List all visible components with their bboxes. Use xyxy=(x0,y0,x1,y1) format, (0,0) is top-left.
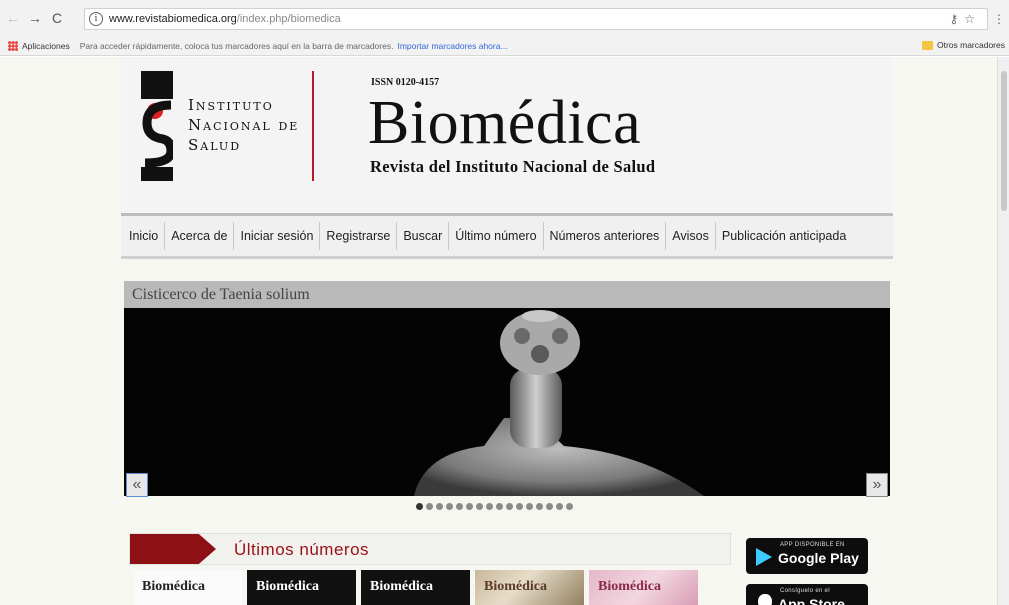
other-bookmarks[interactable]: Otros marcadores xyxy=(921,40,1005,50)
slider-dot[interactable] xyxy=(456,503,463,510)
issue-cover[interactable]: Biomédica xyxy=(133,570,242,605)
slider-pagination xyxy=(416,503,573,513)
slider-dot[interactable] xyxy=(466,503,473,510)
nav-avisos[interactable]: Avisos xyxy=(666,222,716,250)
url-host: www.revistabiomedica.org xyxy=(109,13,237,25)
slider-dot[interactable] xyxy=(506,503,513,510)
nav-iniciar-sesion[interactable]: Iniciar sesión xyxy=(234,222,321,250)
google-play-badge[interactable]: APP DISPONIBLE EN Google Play xyxy=(746,538,868,574)
site-header: Instituto Nacional de Salud ISSN 0120-41… xyxy=(121,57,893,212)
ins-logo-icon[interactable] xyxy=(141,71,173,181)
bookmark-star-icon[interactable]: ☆ xyxy=(964,12,981,26)
app-store-small-text: Consíguelo en el xyxy=(780,588,830,594)
app-store-badge[interactable]: Consíguelo en el App Store xyxy=(746,584,868,605)
app-store-text: App Store xyxy=(778,596,845,605)
header-divider xyxy=(312,71,314,181)
latest-issues-title: Últimos números xyxy=(234,540,370,559)
browser-toolbar: ← → C i www.revistabiomedica.org/index.p… xyxy=(0,0,1009,36)
slider-dot[interactable] xyxy=(446,503,453,510)
issue-covers: Biomédica Biomédica Biomédica Biomédica … xyxy=(133,570,698,605)
nav-registrarse[interactable]: Registrarse xyxy=(320,222,398,250)
page-body: Instituto Nacional de Salud ISSN 0120-41… xyxy=(0,57,1009,605)
journal-subtitle: Revista del Instituto Nacional de Salud xyxy=(370,157,656,176)
bookmark-apps[interactable]: Aplicaciones xyxy=(22,41,70,51)
institute-line-1: Instituto xyxy=(188,96,274,114)
institute-line-2: Nacional de xyxy=(188,116,300,134)
slide-caption[interactable]: Cisticerco de Taenia solium xyxy=(124,281,890,308)
cover-title: Biomédica xyxy=(484,579,547,594)
slider-dot[interactable] xyxy=(516,503,523,510)
slider-dot[interactable] xyxy=(436,503,443,510)
main-nav: Inicio Acerca de Iniciar sesión Registra… xyxy=(121,213,893,259)
issue-cover[interactable]: Biomédica xyxy=(361,570,470,605)
info-icon[interactable]: i xyxy=(89,12,103,26)
other-bookmarks-label: Otros marcadores xyxy=(936,40,1005,50)
slider-dot[interactable] xyxy=(536,503,543,510)
import-bookmarks-link[interactable]: Importar marcadores ahora... xyxy=(397,41,507,51)
latest-issues-header: Últimos números xyxy=(129,533,731,565)
nav-acerca-de[interactable]: Acerca de xyxy=(165,222,235,250)
tapeworm-image xyxy=(414,310,704,496)
browser-menu-icon[interactable]: ⋮ xyxy=(993,12,1005,26)
section-tab-shape xyxy=(130,534,216,564)
slider-dot[interactable] xyxy=(426,503,433,510)
slider-next-button[interactable]: » xyxy=(866,473,888,497)
google-play-small-text: APP DISPONIBLE EN xyxy=(780,542,845,548)
institute-line-3: Salud xyxy=(188,136,242,154)
content-column: Instituto Nacional de Salud ISSN 0120-41… xyxy=(121,57,893,605)
slider-dot[interactable] xyxy=(476,503,483,510)
bookmarks-bar: Aplicaciones Para acceder rápidamente, c… xyxy=(0,36,1009,56)
nav-inicio[interactable]: Inicio xyxy=(123,222,166,250)
folder-icon xyxy=(921,40,933,50)
back-arrow-icon[interactable]: ← xyxy=(4,10,22,26)
forward-arrow-icon[interactable]: → xyxy=(26,10,44,26)
featured-slider: Cisticerco de Taenia solium « » xyxy=(124,281,890,510)
slider-dot[interactable] xyxy=(556,503,563,510)
slider-prev-button[interactable]: « xyxy=(126,473,148,497)
slider-dot[interactable] xyxy=(416,503,423,510)
issue-cover[interactable]: Biomédica xyxy=(247,570,356,605)
slide-image[interactable] xyxy=(124,308,890,496)
nav-numeros-anteriores[interactable]: Números anteriores xyxy=(544,222,667,250)
slider-dot[interactable] xyxy=(566,503,573,510)
cover-title: Biomédica xyxy=(256,579,319,594)
google-play-text: Google Play xyxy=(778,550,859,566)
apple-icon xyxy=(758,594,772,605)
cover-title: Biomédica xyxy=(370,579,433,594)
issue-cover[interactable]: Biomédica xyxy=(589,570,698,605)
key-icon[interactable]: ⚷ xyxy=(949,12,964,26)
slider-dot[interactable] xyxy=(496,503,503,510)
slider-dot[interactable] xyxy=(526,503,533,510)
journal-title[interactable]: Biomédica xyxy=(368,87,641,159)
institute-name: Instituto Nacional de Salud xyxy=(188,95,299,155)
slider-dot[interactable] xyxy=(486,503,493,510)
bookmarks-hint: Para acceder rápidamente, coloca tus mar… xyxy=(79,40,394,51)
url-path: /index.php/biomedica xyxy=(236,13,341,25)
address-bar[interactable]: i www.revistabiomedica.org/index.php/bio… xyxy=(84,8,988,30)
nav-publicacion-anticipada[interactable]: Publicación anticipada xyxy=(716,222,852,250)
nav-buscar[interactable]: Buscar xyxy=(397,222,450,250)
nav-ultimo-numero[interactable]: Último número xyxy=(449,222,544,250)
issue-cover[interactable]: Biomédica xyxy=(475,570,584,605)
cover-title: Biomédica xyxy=(142,579,205,594)
reload-icon[interactable]: C xyxy=(48,10,66,26)
cover-title: Biomédica xyxy=(598,579,661,594)
scrollbar-thumb[interactable] xyxy=(1001,71,1007,211)
slider-dot[interactable] xyxy=(546,503,553,510)
google-play-icon xyxy=(756,548,772,566)
page-scrollbar[interactable] xyxy=(997,57,1009,605)
apps-grid-icon[interactable] xyxy=(8,40,18,51)
